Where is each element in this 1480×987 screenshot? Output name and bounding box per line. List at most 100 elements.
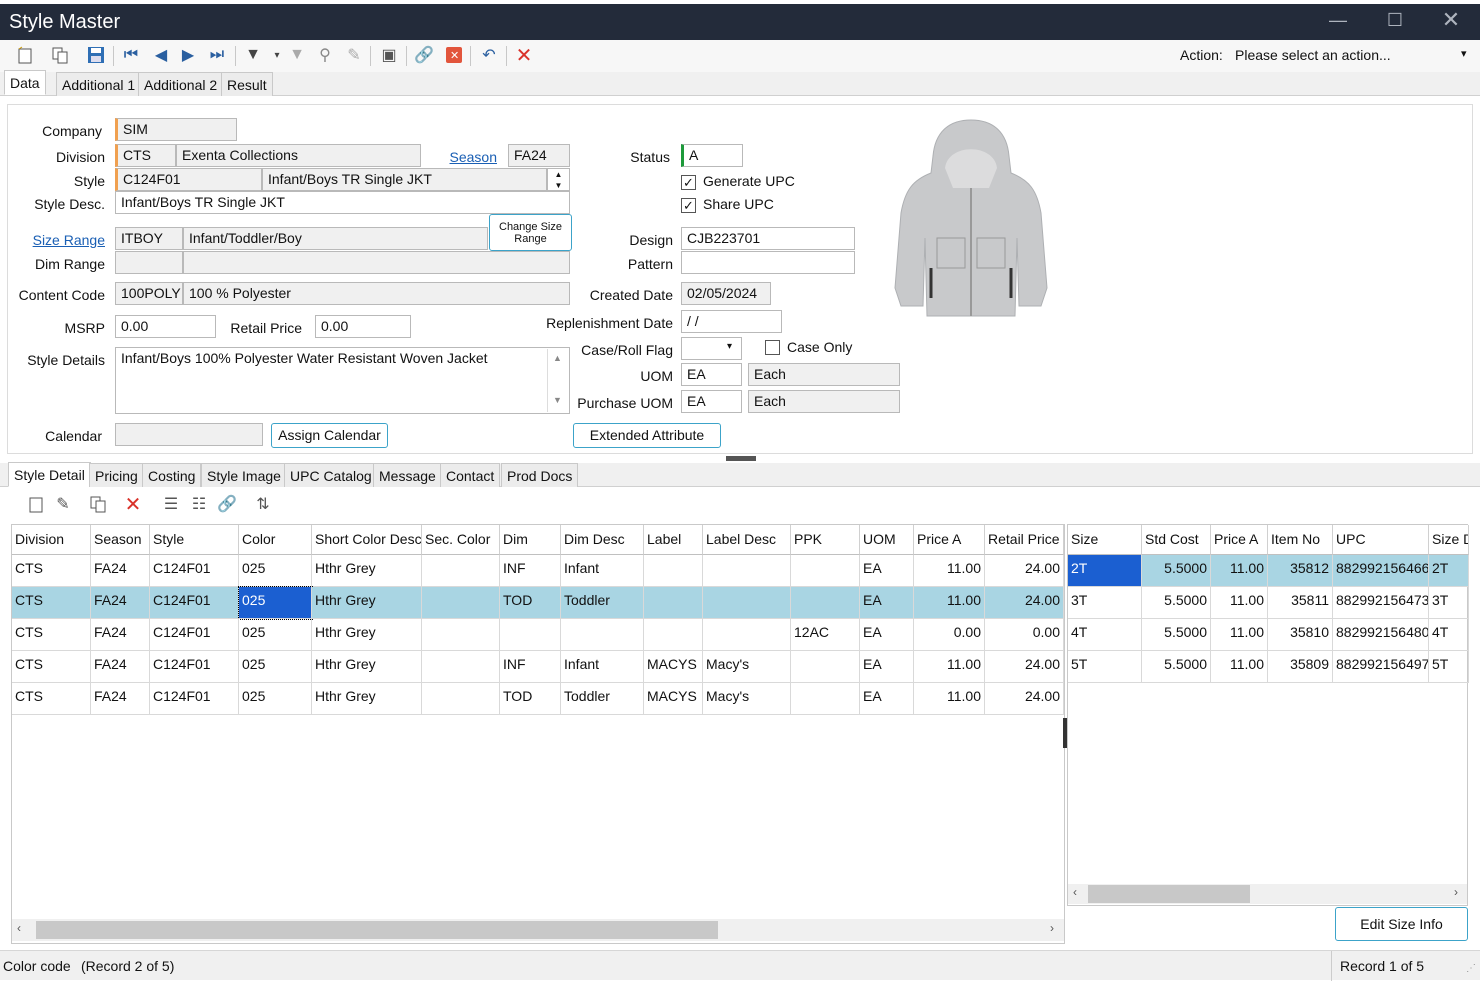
table-cell[interactable]: 11.00 (914, 555, 985, 587)
table-cell[interactable]: 2T (1429, 555, 1469, 587)
table-cell[interactable] (422, 619, 500, 651)
indent-icon[interactable]: ☰ (160, 493, 182, 515)
table-cell[interactable] (644, 587, 703, 619)
table-cell[interactable]: INF (500, 555, 561, 587)
column-header[interactable]: Size (1068, 525, 1142, 555)
table-cell[interactable]: Hthr Grey (312, 555, 422, 587)
table-cell[interactable]: 11.00 (1211, 619, 1268, 651)
table-cell[interactable]: 35812 (1268, 555, 1333, 587)
tab-upc-catalog[interactable]: UPC Catalog (284, 463, 378, 487)
table-cell[interactable]: 5.5000 (1142, 651, 1211, 683)
scrollbar-thumb[interactable] (1088, 885, 1250, 903)
table-cell[interactable]: C124F01 (150, 555, 239, 587)
table-cell[interactable] (422, 555, 500, 587)
table-cell[interactable]: Hthr Grey (312, 683, 422, 715)
tab-costing[interactable]: Costing (142, 463, 202, 487)
table-cell[interactable]: 24.00 (985, 555, 1064, 587)
table-cell[interactable]: EA (860, 651, 914, 683)
link-icon[interactable]: 🔗 (413, 44, 435, 66)
table-cell[interactable]: 24.00 (985, 651, 1064, 683)
table-cell[interactable]: C124F01 (150, 587, 239, 619)
table-cell[interactable]: Hthr Grey (312, 651, 422, 683)
table-cell[interactable]: 025 (239, 683, 312, 715)
share-upc-checkbox[interactable]: ✓ (681, 198, 696, 213)
table-cell[interactable]: 5.5000 (1142, 587, 1211, 619)
scroll-right-icon[interactable]: › (1454, 885, 1458, 899)
tab-data[interactable]: Data (4, 70, 46, 95)
table-cell[interactable]: FA24 (91, 555, 150, 587)
save-icon[interactable] (85, 44, 107, 66)
table-cell[interactable] (500, 619, 561, 651)
table-cell[interactable]: 11.00 (1211, 555, 1268, 587)
table-cell[interactable]: 11.00 (1211, 587, 1268, 619)
table-cell[interactable]: 025 (239, 651, 312, 683)
sort-icon[interactable]: ⇅ (252, 493, 274, 515)
table-cell[interactable]: INF (500, 651, 561, 683)
table-cell[interactable]: CTS (12, 555, 91, 587)
style-details-field[interactable]: Infant/Boys 100% Polyester Water Resista… (115, 347, 570, 414)
content-code-field[interactable]: 100POLY (115, 282, 183, 305)
table-cell[interactable]: 0.00 (914, 619, 985, 651)
column-header[interactable]: Retail Price (985, 525, 1064, 555)
table-cell[interactable]: 24.00 (985, 587, 1064, 619)
table-cell[interactable]: 5.5000 (1142, 555, 1211, 587)
delete-row-icon[interactable]: ✕ (122, 493, 144, 516)
dim-range-code-field[interactable] (115, 251, 183, 274)
table-cell[interactable] (791, 587, 860, 619)
column-header[interactable]: Std Cost (1142, 525, 1211, 555)
purchase-uom-field[interactable]: EA (681, 390, 742, 413)
new-row-icon[interactable] (25, 493, 47, 515)
table-cell[interactable]: 025 (239, 555, 312, 587)
column-header[interactable]: Price A (914, 525, 985, 555)
season-field[interactable]: FA24 (508, 144, 570, 167)
filter-icon[interactable]: ▼ (242, 44, 264, 66)
table-cell[interactable]: 11.00 (1211, 651, 1268, 683)
replace-icon[interactable]: ✎ (343, 44, 365, 66)
table-cell[interactable]: Hthr Grey (312, 619, 422, 651)
table-cell[interactable]: 3T (1429, 587, 1469, 619)
column-header[interactable]: Size D (1429, 525, 1469, 555)
table-cell[interactable]: 3T (1068, 587, 1142, 619)
table-cell[interactable]: CTS (12, 587, 91, 619)
table-cell[interactable]: 5T (1068, 651, 1142, 683)
table-cell[interactable] (422, 683, 500, 715)
scrollbar-thumb[interactable] (36, 921, 718, 939)
list-icon[interactable]: ☷ (188, 493, 210, 515)
table-cell[interactable]: MACYS (644, 651, 703, 683)
size-range-link[interactable]: Size Range (20, 232, 105, 248)
uom-field[interactable]: EA (681, 363, 742, 386)
previous-record-icon[interactable]: ◀ (150, 44, 172, 66)
delete-link-icon[interactable]: ✕ (443, 44, 465, 66)
table-cell[interactable]: Toddler (561, 587, 644, 619)
new-icon[interactable] (14, 44, 36, 66)
table-cell[interactable] (644, 619, 703, 651)
table-cell[interactable]: C124F01 (150, 683, 239, 715)
table-cell[interactable] (791, 683, 860, 715)
table-cell[interactable] (791, 555, 860, 587)
table-cell[interactable]: EA (860, 587, 914, 619)
season-link[interactable]: Season (445, 149, 497, 165)
table-cell[interactable]: 35809 (1268, 651, 1333, 683)
table-cell[interactable]: FA24 (91, 683, 150, 715)
close-button[interactable]: ✕ (1436, 7, 1466, 33)
column-header[interactable]: Style (150, 525, 239, 555)
table-cell[interactable] (703, 555, 791, 587)
undo-icon[interactable]: ↶ (478, 44, 500, 66)
table-cell[interactable]: Macy's (703, 683, 791, 715)
scroll-left-icon[interactable]: ‹ (1073, 885, 1077, 899)
maximize-button[interactable]: ☐ (1380, 10, 1410, 31)
table-cell[interactable] (703, 619, 791, 651)
table-cell[interactable]: Infant (561, 555, 644, 587)
column-header[interactable]: PPK (791, 525, 860, 555)
table-cell[interactable]: 882992156473 (1333, 587, 1429, 619)
splitter-handle[interactable] (726, 456, 756, 461)
tab-style-image[interactable]: Style Image (201, 463, 287, 487)
retail-price-field[interactable]: 0.00 (315, 315, 411, 338)
tab-additional-2[interactable]: Additional 2 (138, 72, 224, 96)
table-cell[interactable]: 2T (1068, 555, 1142, 587)
column-header[interactable]: Dim Desc (561, 525, 644, 555)
change-size-range-button[interactable]: Change Size Range (489, 214, 572, 251)
size-range-code-field[interactable]: ITBOY (115, 227, 183, 250)
column-header[interactable]: UOM (860, 525, 914, 555)
table-cell[interactable]: 0.00 (985, 619, 1064, 651)
